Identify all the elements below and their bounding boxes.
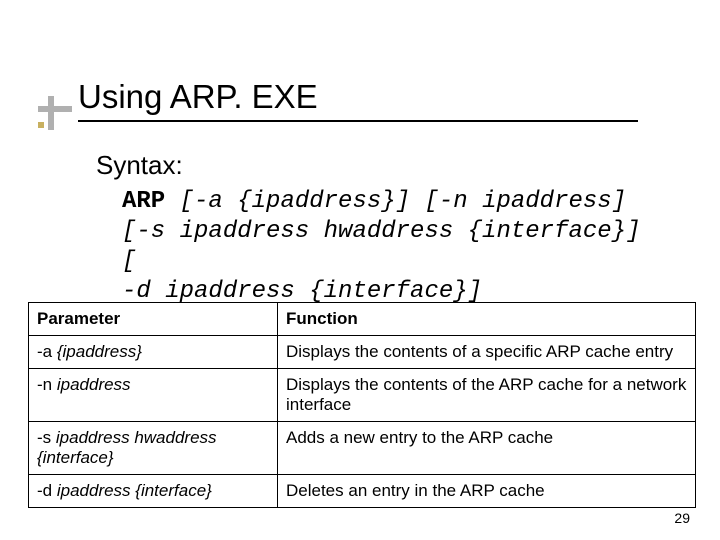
syntax-line-2: [-s ipaddress hwaddress {interface}] [ xyxy=(122,218,684,275)
syntax-line-1: [-a {ipaddress}] [-n ipaddress] xyxy=(180,188,626,215)
cell-parameter: -d ipaddress {interface} xyxy=(29,475,278,508)
table-row: -s ipaddress hwaddress {interface} Adds … xyxy=(29,422,696,475)
syntax-line-3: -d ipaddress {interface}] xyxy=(122,278,482,305)
slide: Using ARP. EXE Syntax: ARP [-a {ipaddres… xyxy=(0,0,720,540)
table-header-row: Parameter Function xyxy=(29,303,696,336)
cell-parameter: -a {ipaddress} xyxy=(29,336,278,369)
syntax-heading: Syntax: xyxy=(96,150,680,181)
cell-function: Deletes an entry in the ARP cache xyxy=(278,475,696,508)
table-row: -a {ipaddress} Displays the contents of … xyxy=(29,336,696,369)
table-row: -d ipaddress {interface} Deletes an entr… xyxy=(29,475,696,508)
slide-title: Using ARP. EXE xyxy=(78,78,638,122)
cell-function: Adds a new entry to the ARP cache xyxy=(278,422,696,475)
cell-parameter: -n ipaddress xyxy=(29,369,278,422)
cell-function: Displays the contents of a specific ARP … xyxy=(278,336,696,369)
syntax-command: ARP xyxy=(122,188,165,215)
parameter-table: Parameter Function -a {ipaddress} Displa… xyxy=(28,302,696,508)
slide-body: Syntax: ARP [-a {ipaddress}] [-n ipaddre… xyxy=(96,150,680,307)
col-header-parameter: Parameter xyxy=(29,303,278,336)
col-header-function: Function xyxy=(278,303,696,336)
cell-function: Displays the contents of the ARP cache f… xyxy=(278,369,696,422)
page-number: 29 xyxy=(674,510,690,526)
cell-parameter: -s ipaddress hwaddress {interface} xyxy=(29,422,278,475)
title-block: Using ARP. EXE xyxy=(78,78,638,122)
table-row: -n ipaddress Displays the contents of th… xyxy=(29,369,696,422)
syntax-block: ARP [-a {ipaddress}] [-n ipaddress] [-s … xyxy=(122,187,680,307)
